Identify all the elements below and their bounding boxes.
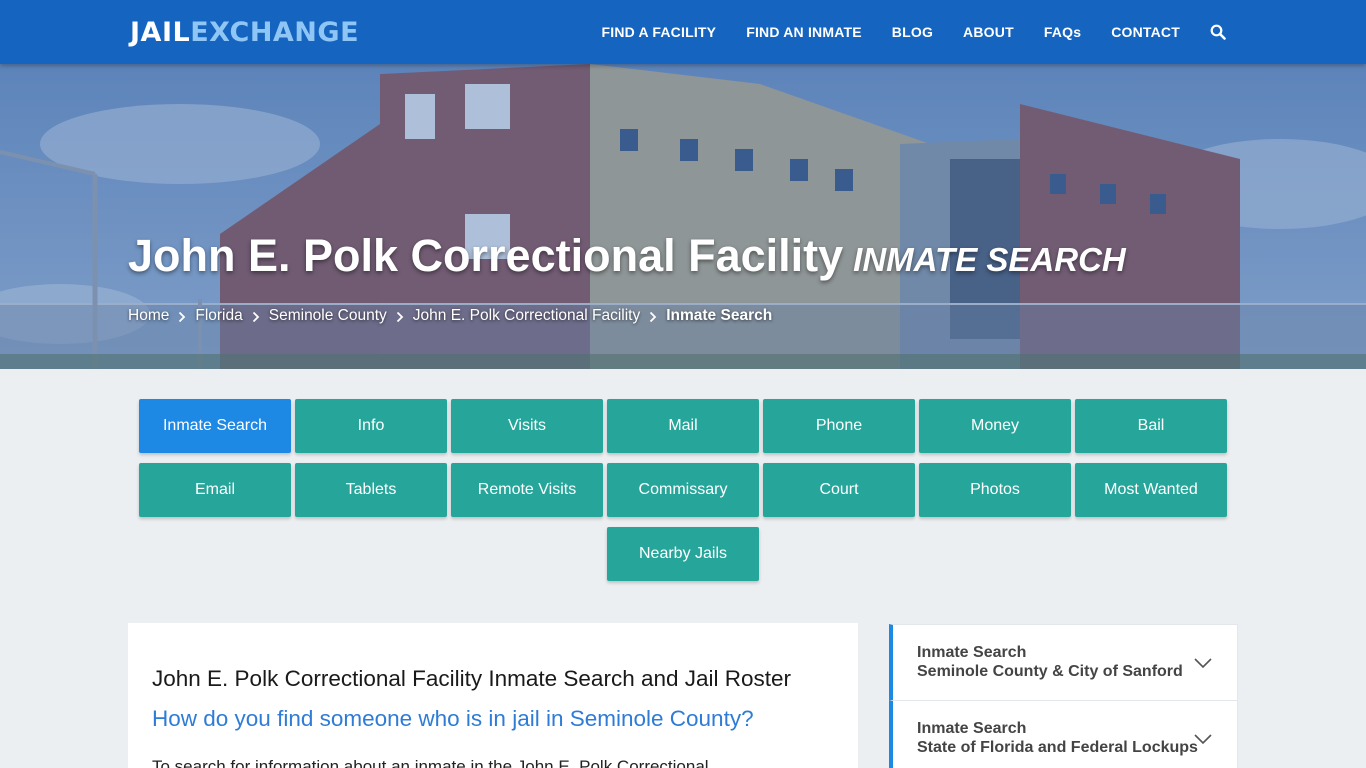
sidebar-item-county-search[interactable]: Inmate Search Seminole County & City of …	[889, 624, 1238, 700]
btn-remote-visits[interactable]: Remote Visits	[451, 463, 603, 517]
facility-name: John E. Polk Correctional Facility	[128, 230, 844, 281]
breadcrumb: Home Florida Seminole County John E. Pol…	[128, 307, 772, 325]
nav-about[interactable]: ABOUT	[963, 24, 1014, 40]
page-subtitle: INMATE SEARCH	[853, 241, 1126, 278]
breadcrumb-florida[interactable]: Florida	[195, 307, 242, 325]
btn-info[interactable]: Info	[295, 399, 447, 453]
sidebar-item-title: Inmate Search	[917, 720, 1027, 737]
main-content-card: John E. Polk Correctional Facility Inmat…	[128, 623, 858, 768]
nav-find-facility[interactable]: FIND A FACILITY	[601, 24, 716, 40]
nav-blog[interactable]: BLOG	[892, 24, 933, 40]
btn-inmate-search[interactable]: Inmate Search	[139, 399, 291, 453]
btn-bail[interactable]: Bail	[1075, 399, 1227, 453]
btn-photos[interactable]: Photos	[919, 463, 1071, 517]
btn-mail[interactable]: Mail	[607, 399, 759, 453]
btn-court[interactable]: Court	[763, 463, 915, 517]
sidebar-item-title: Inmate Search	[917, 644, 1027, 661]
btn-visits[interactable]: Visits	[451, 399, 603, 453]
chevron-down-icon[interactable]	[1193, 656, 1213, 669]
btn-tablets[interactable]: Tablets	[295, 463, 447, 517]
content-heading: John E. Polk Correctional Facility Inmat…	[152, 666, 792, 691]
search-icon[interactable]	[1210, 24, 1226, 40]
chevron-right-icon	[252, 310, 260, 323]
chevron-right-icon	[649, 310, 657, 323]
chevron-right-icon	[178, 310, 186, 323]
content-subheading: How do you find someone who is in jail i…	[152, 706, 754, 731]
nav-contact[interactable]: CONTACT	[1111, 24, 1180, 40]
btn-email[interactable]: Email	[139, 463, 291, 517]
btn-money[interactable]: Money	[919, 399, 1071, 453]
btn-commissary[interactable]: Commissary	[607, 463, 759, 517]
btn-most-wanted[interactable]: Most Wanted	[1075, 463, 1227, 517]
btn-nearby-jails[interactable]: Nearby Jails	[607, 527, 759, 581]
nav-faqs[interactable]: FAQs	[1044, 24, 1081, 40]
site-logo[interactable]: JAIL EXCHANGE	[130, 14, 359, 50]
nav-find-inmate[interactable]: FIND AN INMATE	[746, 24, 862, 40]
breadcrumb-county[interactable]: Seminole County	[269, 307, 387, 325]
page-title: John E. Polk Correctional Facility INMATE…	[128, 230, 1126, 282]
main-nav: FIND A FACILITY FIND AN INMATE BLOG ABOU…	[571, 0, 1226, 64]
btn-phone[interactable]: Phone	[763, 399, 915, 453]
logo-text-exchange: EXCHANGE	[190, 16, 360, 48]
logo-text-jail: JAIL	[130, 16, 191, 48]
sidebar-item-subtitle: Seminole County & City of Sanford	[917, 663, 1183, 680]
sidebar-item-subtitle: State of Florida and Federal Lockups	[917, 739, 1198, 756]
sidebar-item-state-search[interactable]: Inmate Search State of Florida and Feder…	[889, 700, 1238, 768]
chevron-right-icon	[396, 310, 404, 323]
breadcrumb-current: Inmate Search	[666, 307, 773, 324]
breadcrumb-facility[interactable]: John E. Polk Correctional Facility	[413, 307, 640, 325]
hero-banner: John E. Polk Correctional Facility INMATE…	[0, 64, 1366, 369]
top-navbar: JAIL EXCHANGE FIND A FACILITY FIND AN INM…	[0, 0, 1366, 64]
content-intro: To search for information about an inmat…	[152, 757, 709, 768]
breadcrumb-home[interactable]: Home	[128, 307, 169, 325]
chevron-down-icon[interactable]	[1193, 732, 1213, 745]
